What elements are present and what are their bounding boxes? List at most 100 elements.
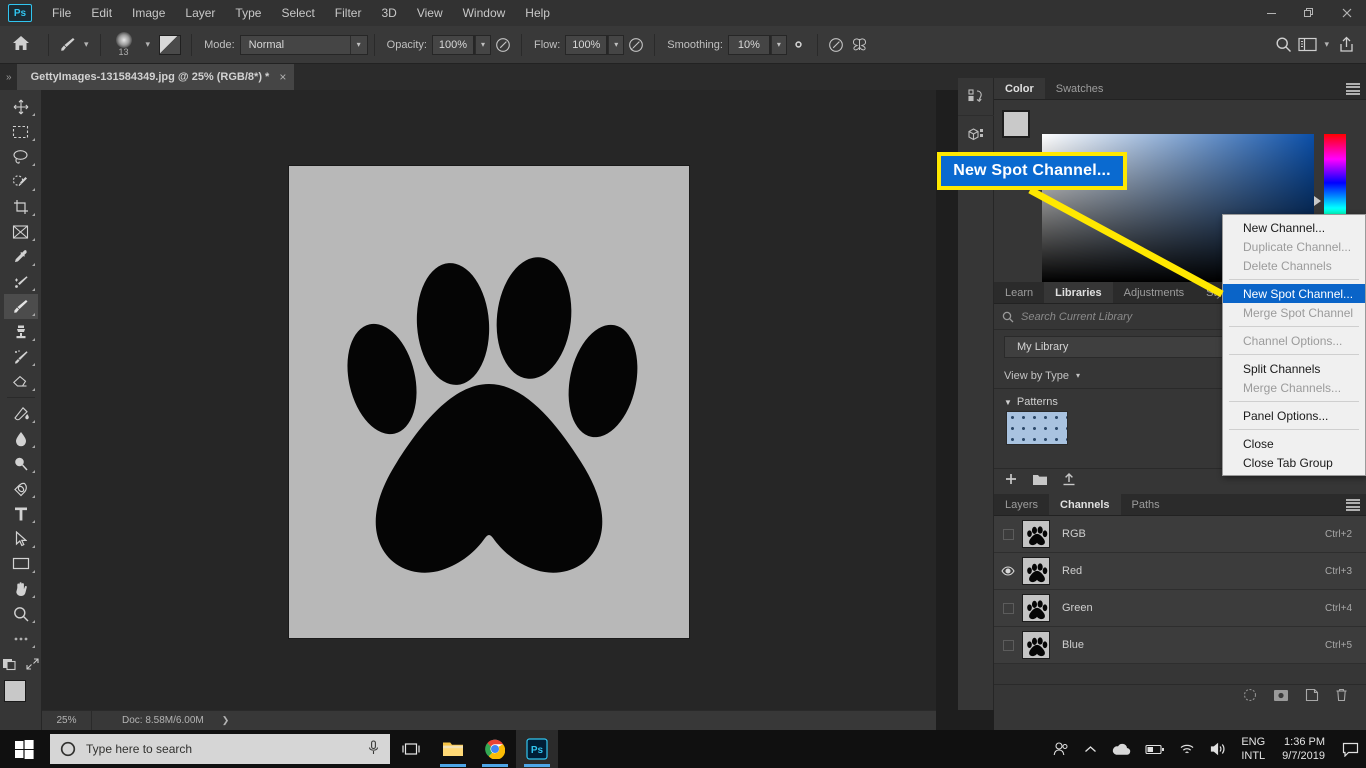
- eyedropper-tool[interactable]: [4, 244, 38, 269]
- microphone-icon[interactable]: [367, 739, 380, 759]
- home-icon[interactable]: [12, 35, 30, 54]
- onedrive-cloud-icon[interactable]: [1104, 743, 1138, 756]
- tab-adjustments[interactable]: Adjustments: [1112, 282, 1196, 303]
- save-selection-as-channel-icon[interactable]: [1273, 689, 1289, 707]
- tab-libraries[interactable]: Libraries: [1044, 282, 1113, 303]
- file-explorer-icon[interactable]: [432, 730, 474, 768]
- table-row[interactable]: Green Ctrl+4: [994, 590, 1366, 627]
- quick-selection-tool[interactable]: [4, 169, 38, 194]
- channel-visibility-toggle[interactable]: [994, 602, 1022, 614]
- menu-item-file[interactable]: File: [42, 2, 81, 24]
- foreground-color-swatch[interactable]: [1002, 110, 1030, 138]
- photoshop-icon[interactable]: Ps: [516, 730, 558, 768]
- history-brush-tool[interactable]: [4, 344, 38, 369]
- menu-item-close[interactable]: Close: [1223, 434, 1365, 453]
- tab-swatches[interactable]: Swatches: [1044, 78, 1115, 99]
- menu-item-window[interactable]: Window: [453, 2, 516, 24]
- create-new-channel-icon[interactable]: [1305, 688, 1319, 707]
- pressure-size-icon[interactable]: [824, 33, 848, 57]
- foreground-color-swatch[interactable]: [3, 680, 26, 702]
- flow-input[interactable]: 100%: [565, 34, 608, 55]
- people-icon[interactable]: [1045, 741, 1077, 757]
- workspace-switcher-icon[interactable]: [1295, 33, 1319, 57]
- screen-mode-icon[interactable]: [25, 657, 40, 676]
- gradient-tool[interactable]: [4, 401, 38, 426]
- flow-dropdown[interactable]: ▾: [607, 34, 625, 55]
- delete-channel-icon[interactable]: [1335, 688, 1348, 707]
- close-button[interactable]: [1328, 0, 1366, 26]
- clone-stamp-tool[interactable]: [4, 319, 38, 344]
- zoom-level[interactable]: 25%: [42, 711, 92, 730]
- hand-tool[interactable]: [4, 576, 38, 601]
- brush-settings-icon[interactable]: [159, 34, 182, 55]
- menu-item-filter[interactable]: Filter: [325, 2, 372, 24]
- 3d-panel-icon[interactable]: [958, 116, 994, 154]
- panel-menu-icon[interactable]: [1346, 499, 1360, 511]
- search-input[interactable]: Search Current Library: [1021, 311, 1132, 323]
- smoothing-dropdown[interactable]: ▾: [769, 34, 787, 55]
- spot-healing-brush-tool[interactable]: [4, 269, 38, 294]
- brush-tool[interactable]: [3, 294, 38, 319]
- close-icon[interactable]: ×: [279, 70, 286, 84]
- menu-item-new-spot-channel[interactable]: New Spot Channel...: [1223, 284, 1365, 303]
- upload-icon[interactable]: [1062, 472, 1076, 491]
- gear-icon[interactable]: [787, 33, 811, 57]
- speaker-icon[interactable]: [1203, 742, 1234, 756]
- battery-icon[interactable]: [1138, 744, 1172, 755]
- edit-toolbar-tool[interactable]: [4, 626, 38, 651]
- menu-item-select[interactable]: Select: [271, 2, 324, 24]
- rectangle-tool[interactable]: [4, 551, 38, 576]
- history-panel-icon[interactable]: [958, 78, 994, 116]
- crop-tool[interactable]: [4, 194, 38, 219]
- menu-item-type[interactable]: Type: [225, 2, 271, 24]
- symmetry-butterfly-icon[interactable]: [848, 33, 872, 57]
- tab-channels[interactable]: Channels: [1049, 494, 1121, 515]
- pattern-thumbnail[interactable]: [1006, 411, 1068, 445]
- menu-item-split-channels[interactable]: Split Channels: [1223, 359, 1365, 378]
- opacity-dropdown[interactable]: ▾: [474, 34, 491, 55]
- load-channel-as-selection-icon[interactable]: [1243, 688, 1257, 707]
- minimize-button[interactable]: [1252, 0, 1290, 26]
- dodge-tool[interactable]: [4, 451, 38, 476]
- table-row[interactable]: RGB Ctrl+2: [994, 516, 1366, 553]
- chevron-down-icon[interactable]: ▾: [1319, 39, 1334, 50]
- channel-visibility-toggle[interactable]: [994, 566, 1022, 576]
- tab-layers[interactable]: Layers: [994, 494, 1050, 515]
- tab-learn[interactable]: Learn: [994, 282, 1045, 303]
- airbrush-icon[interactable]: [624, 33, 648, 57]
- wifi-icon[interactable]: [1172, 743, 1203, 756]
- zoom-tool[interactable]: [4, 601, 38, 626]
- chevron-right-icon[interactable]: ❯: [222, 715, 230, 726]
- action-center-icon[interactable]: [1335, 742, 1366, 757]
- pressure-opacity-icon[interactable]: [491, 33, 515, 57]
- channel-visibility-toggle[interactable]: [994, 639, 1022, 651]
- chevron-up-icon[interactable]: [1077, 745, 1104, 754]
- windows-start-icon[interactable]: [0, 730, 48, 768]
- brush-preset-chevron-icon[interactable]: ▾: [79, 39, 94, 50]
- path-selection-tool[interactable]: [4, 526, 38, 551]
- blur-tool[interactable]: [4, 426, 38, 451]
- brush-size-chevron-icon[interactable]: ▾: [141, 39, 156, 50]
- move-tool[interactable]: [4, 94, 38, 119]
- menu-item-view[interactable]: View: [407, 2, 453, 24]
- document-canvas[interactable]: [289, 166, 689, 638]
- menu-item-close-tab-group[interactable]: Close Tab Group: [1223, 453, 1365, 472]
- clock[interactable]: 1:36 PM 9/7/2019: [1272, 735, 1335, 763]
- canvas-area[interactable]: [42, 90, 936, 710]
- document-tab[interactable]: GettyImages-131584349.jpg @ 25% (RGB/8*)…: [16, 64, 295, 90]
- menu-item-layer[interactable]: Layer: [175, 2, 225, 24]
- language-indicator[interactable]: ENG INTL: [1234, 735, 1272, 763]
- lasso-tool[interactable]: [4, 144, 38, 169]
- menu-item-panel-options[interactable]: Panel Options...: [1223, 406, 1365, 425]
- restore-button[interactable]: [1290, 0, 1328, 26]
- menu-item-3d[interactable]: 3D: [371, 2, 406, 24]
- panel-menu-icon[interactable]: [1346, 83, 1360, 95]
- search-icon[interactable]: [1271, 33, 1295, 57]
- tab-paths[interactable]: Paths: [1120, 494, 1171, 515]
- brush-preset-icon[interactable]: 13: [107, 30, 141, 60]
- search-input[interactable]: Type here to search: [50, 734, 390, 764]
- brush-tool-icon[interactable]: [55, 33, 79, 57]
- blend-mode-select[interactable]: Normal ▾: [239, 34, 368, 55]
- menu-item-edit[interactable]: Edit: [81, 2, 122, 24]
- table-row[interactable]: Red Ctrl+3: [994, 553, 1366, 590]
